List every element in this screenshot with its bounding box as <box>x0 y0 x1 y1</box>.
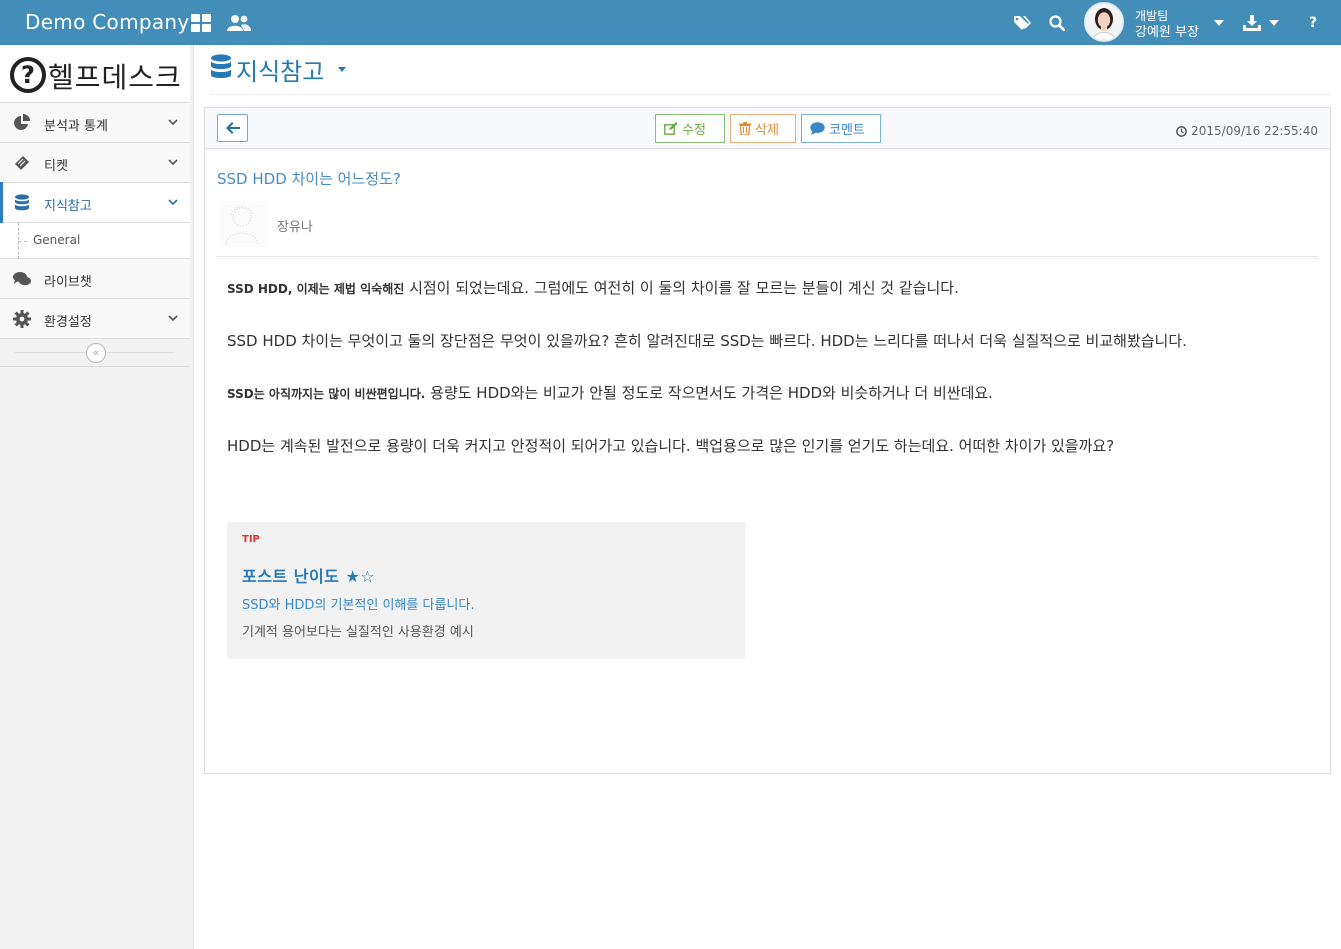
chevron-down-icon <box>1269 19 1279 26</box>
user-menu[interactable]: 개발팀 강예원 부장 <box>1082 0 1232 45</box>
help-icon[interactable]: ? <box>1304 0 1322 45</box>
edit-button[interactable]: 수정 <box>655 114 725 143</box>
page-title[interactable]: 지식참고 <box>236 52 324 87</box>
divider <box>217 256 1318 259</box>
paragraph-3: SSD는 아직까지는 많이 비싼편입니다. 용량도 HDD와는 비교가 안될 정… <box>227 379 1307 409</box>
chevron-down-icon <box>168 119 178 126</box>
edit-icon <box>664 122 678 135</box>
users-icon[interactable] <box>226 0 252 45</box>
author-name: 장유나 <box>277 220 313 235</box>
download-icon <box>1243 14 1261 31</box>
comments-icon <box>13 272 31 286</box>
chevron-down-icon <box>1214 20 1224 26</box>
download-menu[interactable] <box>1242 0 1280 45</box>
paragraph-1: SSD HDD, 이제는 제법 익숙해진 시점이 되었는데요. 그럼에도 여전히… <box>227 274 1307 304</box>
user-name: 강예원 부장 <box>1135 25 1199 40</box>
article-toolbar: 수정 삭제 코멘트 2015/09/16 22:55:40 <box>205 108 1330 149</box>
paragraph-1-text: 시점이 되었는데요. 그럼에도 여전히 이 둘의 차이를 잘 모르는 분들이 계… <box>404 279 959 297</box>
arrow-left-icon <box>225 122 240 134</box>
double-chevron-left-icon[interactable]: « <box>86 343 106 363</box>
tip-title: 포스트 난이도 ★☆ <box>242 567 376 586</box>
article-panel: 수정 삭제 코멘트 2015/09/16 22:55:40 SSD HDD 차이… <box>204 107 1331 774</box>
paragraph-2: SSD HDD 차이는 무엇이고 둘의 장단점은 무엇이 있을까요? 흔히 알려… <box>227 332 1187 350</box>
paragraph-3-text: 용량도 HDD와는 비교가 안될 정도로 작으면서도 가격은 HDD와 비슷하거… <box>425 384 993 402</box>
post-body: SSD HDD, 이제는 제법 익숙해진 시점이 되었는데요. 그럼에도 여전히… <box>227 274 1307 484</box>
sidebar-item-knowledge[interactable]: 지식참고 <box>0 182 190 223</box>
paragraph-3-bold: SSD는 아직까지는 많이 비싼편입니다. <box>227 387 426 401</box>
delete-button[interactable]: 삭제 <box>730 114 796 143</box>
sidebar-subitem-label: General <box>33 233 81 247</box>
logo-text: 헬프데스크 <box>48 61 182 94</box>
sidebar-item-livechat[interactable]: 라이브챗 <box>0 259 190 299</box>
tip-box: TIP 포스트 난이도 ★☆ SSD와 HDD의 기본적인 이해를 다룹니다. … <box>227 522 745 659</box>
comment-button[interactable]: 코멘트 <box>801 114 881 143</box>
tags-icon[interactable] <box>1012 0 1034 45</box>
sidebar-item-tickets[interactable]: 티켓 <box>0 143 190 183</box>
sidebar-item-label: 분석과 통계 <box>44 119 108 134</box>
brand-name[interactable]: Demo Company <box>25 10 190 34</box>
paragraph-1-bold: SSD HDD, 이제는 제법 익숙해진 <box>227 282 405 296</box>
sidebar-item-label: 지식참고 <box>44 199 92 214</box>
tip-label: TIP <box>242 534 260 545</box>
pie-chart-icon <box>14 114 30 130</box>
ticket-icon <box>15 156 29 170</box>
trash-icon <box>739 122 751 135</box>
sidebar-item-analytics[interactable]: 분석과 통계 <box>0 103 190 143</box>
chevron-down-icon <box>168 199 178 206</box>
sidebar-subitem-general[interactable]: General <box>0 223 190 259</box>
sidebar-item-settings[interactable]: 환경설정 <box>0 299 190 339</box>
sidebar-item-label: 환경설정 <box>44 315 92 330</box>
chevron-down-icon[interactable] <box>338 67 346 72</box>
helpdesk-logo[interactable]: ? 헬프데스크 <box>0 45 190 103</box>
clock-icon <box>1176 125 1187 137</box>
paragraph-4: HDD는 계속된 발전으로 용량이 더욱 커지고 안정적이 되어가고 있습니다.… <box>227 437 1115 455</box>
comment-label: 코멘트 <box>829 123 865 138</box>
chevron-down-icon <box>168 159 178 166</box>
post-date-text: 2015/09/16 22:55:40 <box>1191 124 1318 138</box>
comment-icon <box>810 122 825 135</box>
post-title: SSD HDD 차이는 어느정도? <box>217 170 401 188</box>
page-header: 지식참고 <box>210 50 1331 95</box>
sidebar-collapse-row: « <box>0 339 190 367</box>
user-avatar <box>1084 2 1124 42</box>
search-icon[interactable] <box>1047 0 1067 45</box>
database-icon <box>15 194 29 211</box>
sidebar-item-label: 라이브챗 <box>44 275 92 290</box>
tip-line-1: SSD와 HDD의 기본적인 이해를 다룹니다. <box>242 598 475 613</box>
delete-label: 삭제 <box>755 123 779 138</box>
grid-icon[interactable] <box>190 0 212 45</box>
sidebar-item-label: 티켓 <box>44 159 68 174</box>
back-button[interactable] <box>217 114 248 142</box>
chevron-down-icon <box>168 315 178 322</box>
tip-line-2: 기계적 용어보다는 실질적인 사용환경 예시 <box>242 625 474 640</box>
author-avatar <box>219 201 265 247</box>
database-icon <box>211 54 231 78</box>
post-date: 2015/09/16 22:55:40 <box>1176 124 1318 138</box>
top-navbar: Demo Company 개발팀 강예원 부장 ? <box>0 0 1341 45</box>
question-icon: ? <box>10 57 46 93</box>
edit-label: 수정 <box>682 123 706 138</box>
gear-icon <box>13 310 31 328</box>
sidebar: ? 헬프데스크 분석과 통계 티켓 지식참고 General 라이브챗 환경설정… <box>0 45 194 949</box>
